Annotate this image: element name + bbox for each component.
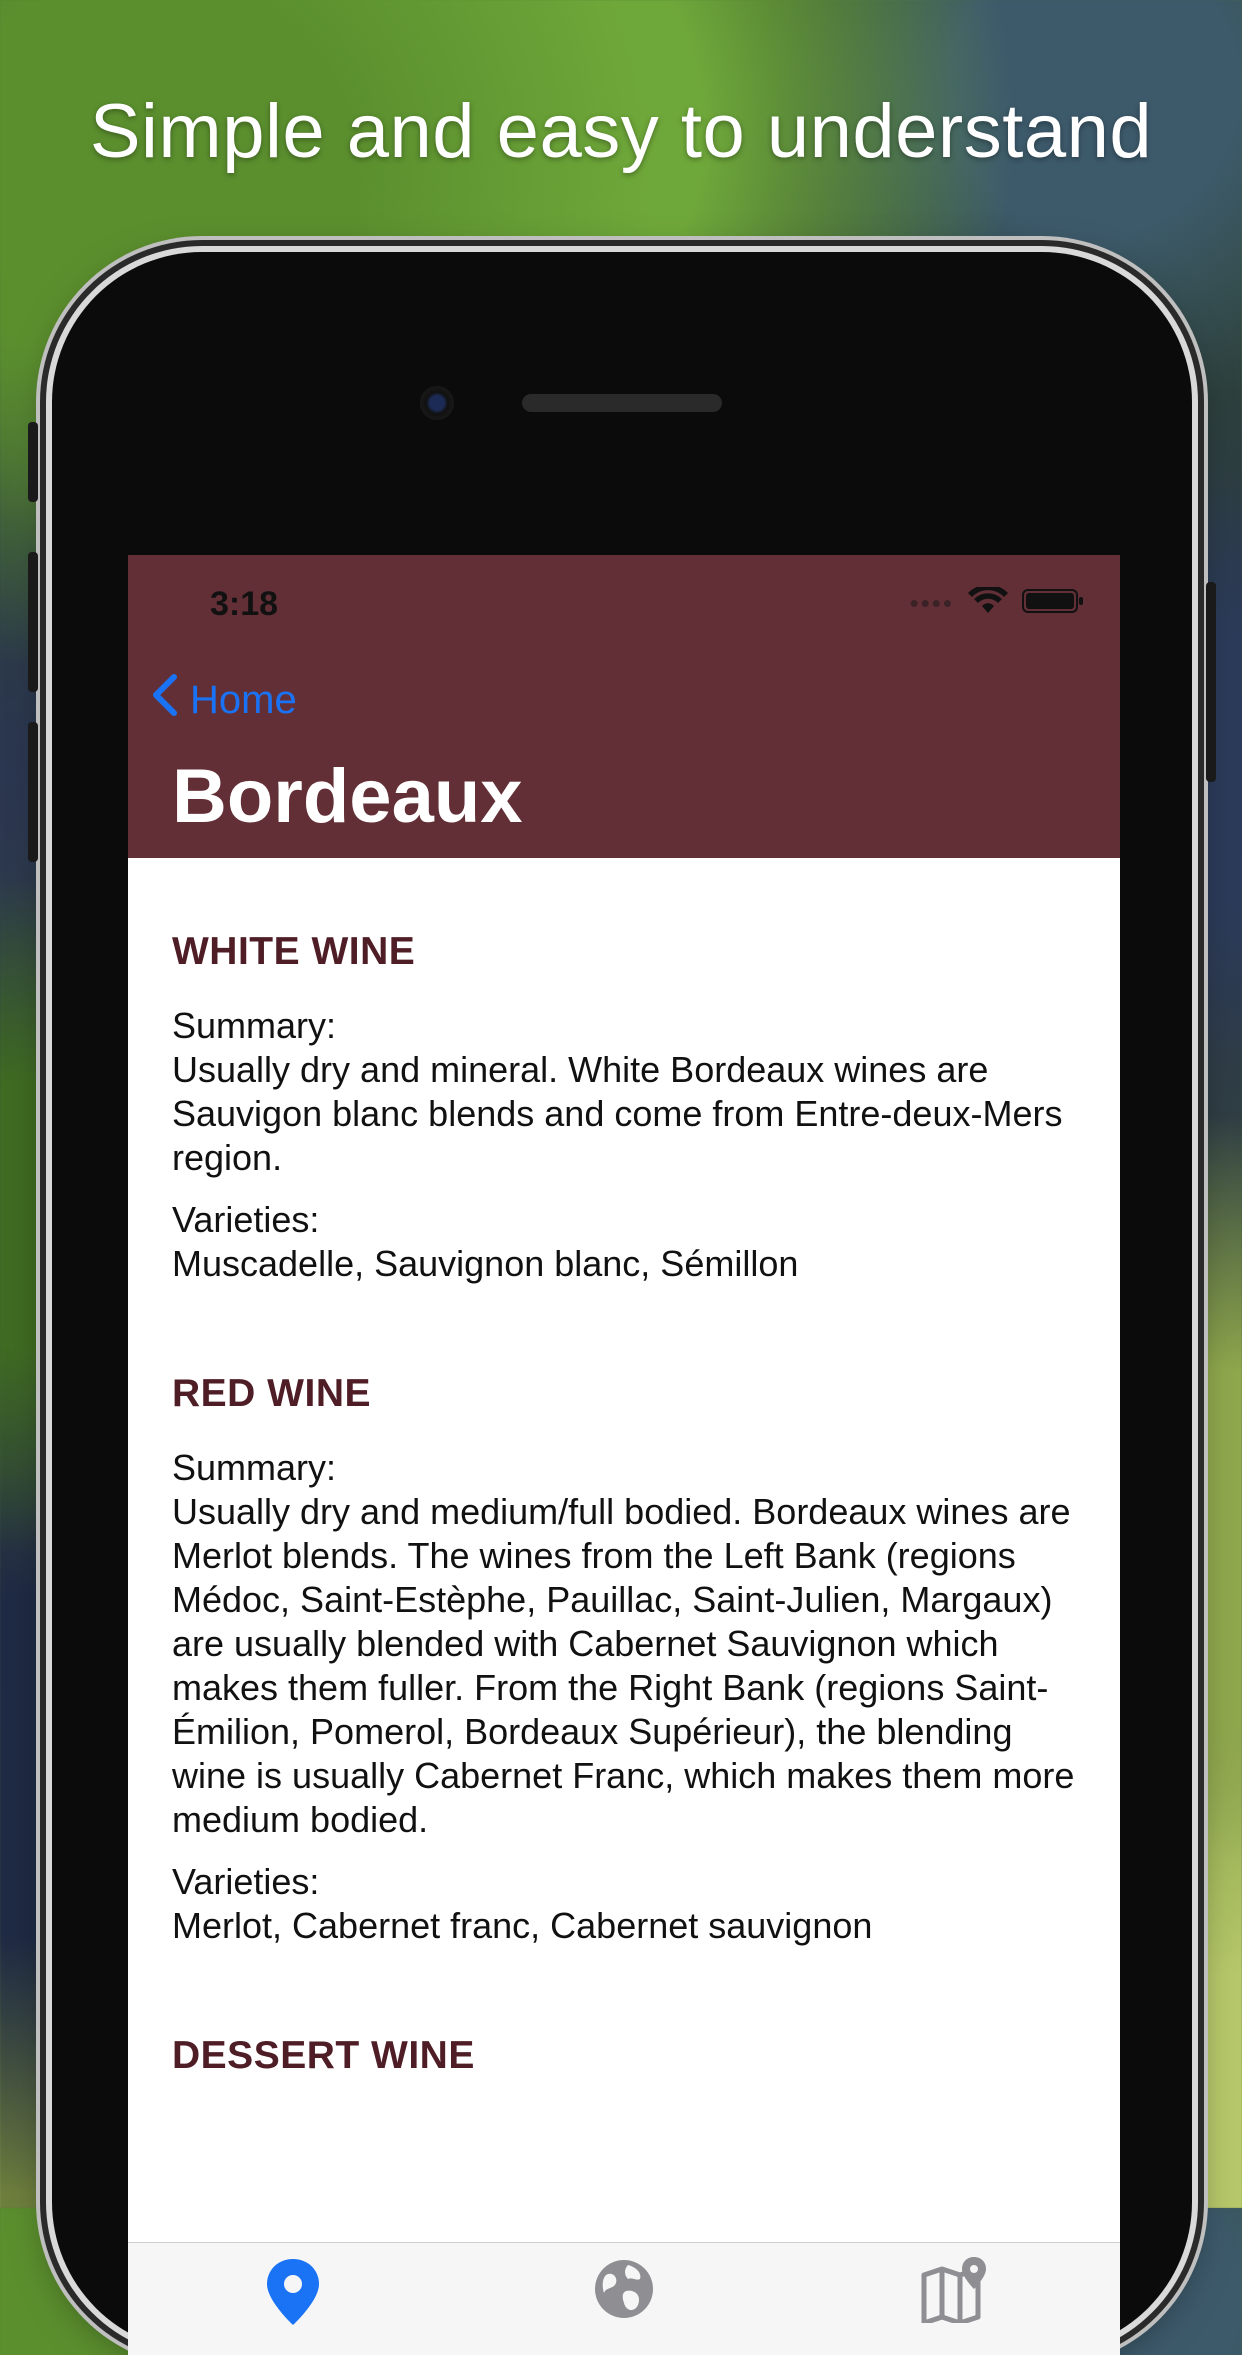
globe-icon bbox=[594, 2260, 653, 2318]
section-red-wine: RED WINE Summary: Usually dry and medium… bbox=[172, 1372, 1076, 1948]
earpiece-speaker bbox=[522, 394, 722, 412]
varieties-text: Merlot, Cabernet franc, Cabernet sauvign… bbox=[172, 1905, 873, 1946]
tab-map[interactable] bbox=[895, 2243, 1015, 2355]
summary-text: Usually dry and medium/full bodied. Bord… bbox=[172, 1491, 1075, 1840]
section-dessert-wine: DESSERT WINE bbox=[172, 2034, 1076, 2078]
section-title: DESSERT WINE bbox=[172, 2034, 475, 2077]
map-pin-icon bbox=[267, 2259, 320, 2325]
back-button[interactable]: Home bbox=[150, 673, 297, 727]
headline: Simple and easy to understand bbox=[89, 89, 1153, 174]
status-time: 3:18 bbox=[210, 585, 279, 623]
signal-dots-icon: •••• bbox=[909, 588, 954, 618]
status-indicators: •••• bbox=[909, 584, 1084, 620]
tab-bar bbox=[128, 2242, 1120, 2355]
map-icon bbox=[921, 2257, 986, 2323]
tab-world[interactable] bbox=[564, 2243, 684, 2355]
section-title: WHITE WINE bbox=[172, 930, 416, 973]
varieties-label: Varieties: bbox=[172, 1861, 320, 1902]
varieties-label: Varieties: bbox=[172, 1199, 320, 1240]
phone-side-button bbox=[28, 422, 38, 502]
summary-text: Usually dry and mineral. White Bordeaux … bbox=[172, 1049, 1063, 1178]
phone-volume-down bbox=[28, 722, 38, 862]
tab-regions[interactable] bbox=[233, 2243, 353, 2355]
phone-volume-up bbox=[28, 552, 38, 692]
section-white-wine: WHITE WINE Summary: Usually dry and mine… bbox=[172, 930, 1076, 1286]
page-title: Bordeaux bbox=[172, 754, 523, 839]
varieties-text: Muscadelle, Sauvignon blanc, Sémillon bbox=[172, 1243, 799, 1284]
phone-power-button bbox=[1206, 582, 1216, 782]
content-scroll[interactable]: WHITE WINE Summary: Usually dry and mine… bbox=[128, 858, 1120, 2244]
phone-frame: 3:18 •••• Home Bordeaux WHITE WINE Summa… bbox=[28, 252, 1216, 2355]
back-button-label: Home bbox=[190, 677, 297, 722]
app-screen: 3:18 •••• Home Bordeaux WHITE WINE Summa… bbox=[128, 555, 1120, 2355]
chevron-left-icon bbox=[150, 673, 180, 727]
summary-label: Summary: bbox=[172, 1447, 337, 1488]
front-camera bbox=[420, 386, 454, 420]
wifi-icon bbox=[968, 584, 1008, 620]
summary-label: Summary: bbox=[172, 1005, 337, 1046]
section-title: RED WINE bbox=[172, 1372, 371, 1415]
battery-icon bbox=[1022, 588, 1084, 619]
navigation-bar: 3:18 •••• Home Bordeaux bbox=[128, 555, 1120, 858]
